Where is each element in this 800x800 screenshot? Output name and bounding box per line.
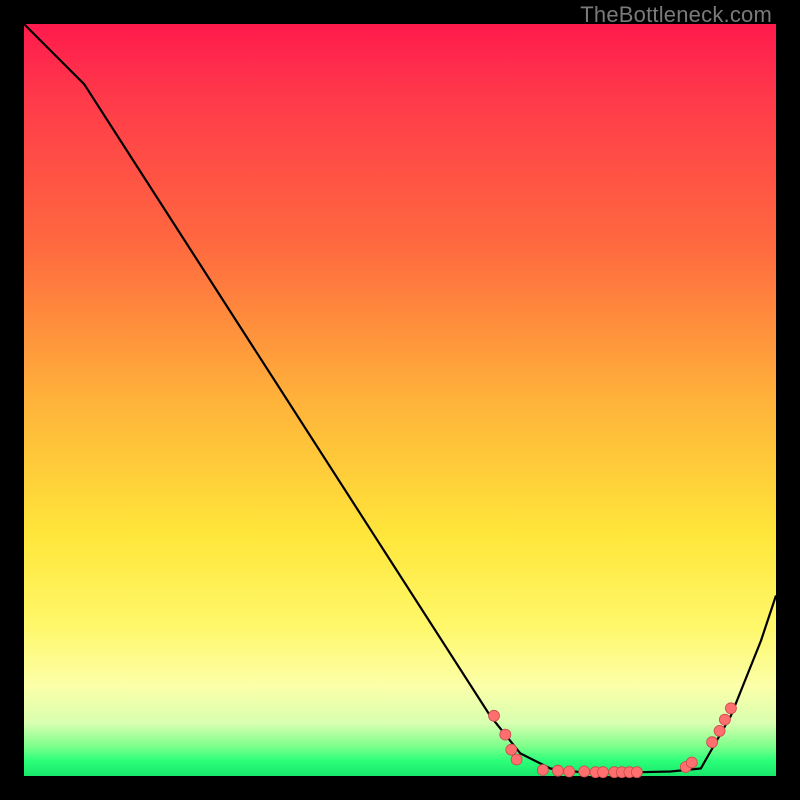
- marker-dot: [631, 767, 642, 778]
- marker-dot: [511, 754, 522, 765]
- plot-area: [24, 24, 776, 776]
- bottleneck-line-chart: [24, 24, 776, 776]
- curve-path: [24, 24, 776, 772]
- marker-dot: [552, 765, 563, 776]
- marker-dot: [686, 757, 697, 768]
- marker-dot: [564, 766, 575, 777]
- marker-dot: [489, 710, 500, 721]
- marker-group: [489, 703, 737, 778]
- marker-dot: [506, 744, 517, 755]
- chart-frame: TheBottleneck.com: [0, 0, 800, 800]
- marker-dot: [598, 767, 609, 778]
- marker-dot: [707, 737, 718, 748]
- marker-dot: [725, 703, 736, 714]
- marker-dot: [579, 766, 590, 777]
- marker-dot: [719, 714, 730, 725]
- marker-dot: [500, 729, 511, 740]
- marker-dot: [714, 725, 725, 736]
- marker-dot: [537, 765, 548, 776]
